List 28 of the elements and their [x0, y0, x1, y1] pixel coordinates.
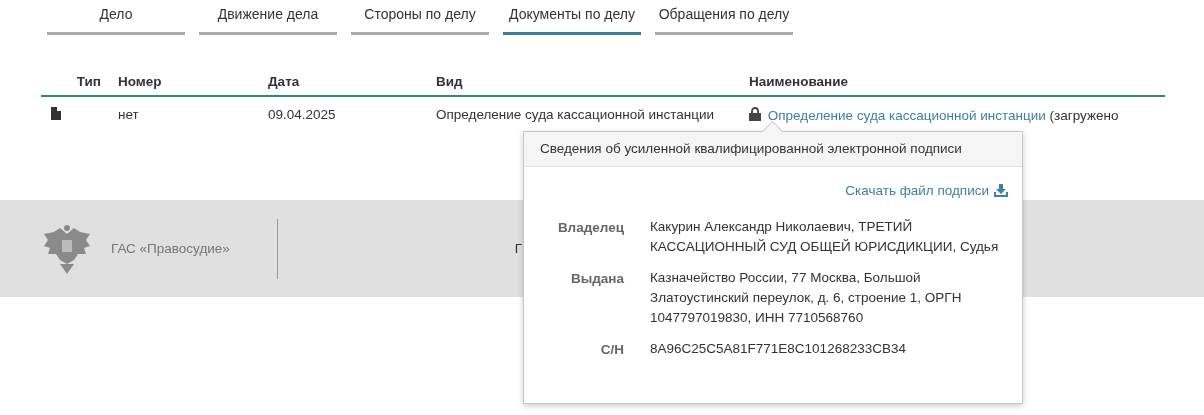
table-cell-text: Определение суда кассационной инстанции [436, 107, 716, 123]
tab[interactable]: Документы по делу [503, 0, 641, 35]
popover-title: Сведения об усиленной квалифицированной электронной подписи [524, 132, 1022, 167]
footer-text: Г [514, 241, 523, 256]
field-label: С/Н [599, 342, 624, 359]
tab[interactable]: Обращения по делу [655, 0, 793, 35]
tab[interactable]: Движение дела [199, 0, 337, 35]
upload-note: (загружено [1049, 108, 1119, 123]
download-link[interactable]: Скачать файл подписи [845, 183, 1008, 198]
table-cell-text: 09.04.2025 [268, 107, 337, 123]
field-label: Выдана [569, 271, 624, 288]
footer-title: ГАС «Правосудие» [111, 241, 230, 256]
field-label: Владелец [556, 220, 624, 237]
field-value: Какурин Александр Николаевич, ТРЕТИЙ КАССАЦИОННЫЙ СУД ОБЩЕЙ ЮРИСДИКЦИИ, Судья [650, 218, 1000, 256]
field-value: Казначейство России, 77 Москва, Большой Златоустинский переулок, д. 6, строение 1, ОРГН 1047797019830, ИНН 7710568760 [650, 269, 963, 327]
document-link[interactable]: Определение суда кассационной инстанции [767, 108, 1046, 123]
column-header: Наименование [749, 73, 850, 89]
download-icon [994, 184, 1008, 197]
column-header: Дата [268, 73, 301, 89]
column-header: Номер [117, 73, 163, 89]
document-icon[interactable] [51, 107, 61, 120]
tab[interactable]: Стороны по делу [351, 0, 489, 35]
field-value: 8A96C25C5A81F771E8C101268233CB34 [650, 340, 907, 358]
table-cell-text: нет [117, 107, 140, 123]
column-header: Вид [436, 73, 464, 89]
tab[interactable]: Дело [47, 0, 185, 35]
lock-icon[interactable] [749, 107, 761, 121]
column-header: Тип [75, 73, 101, 89]
